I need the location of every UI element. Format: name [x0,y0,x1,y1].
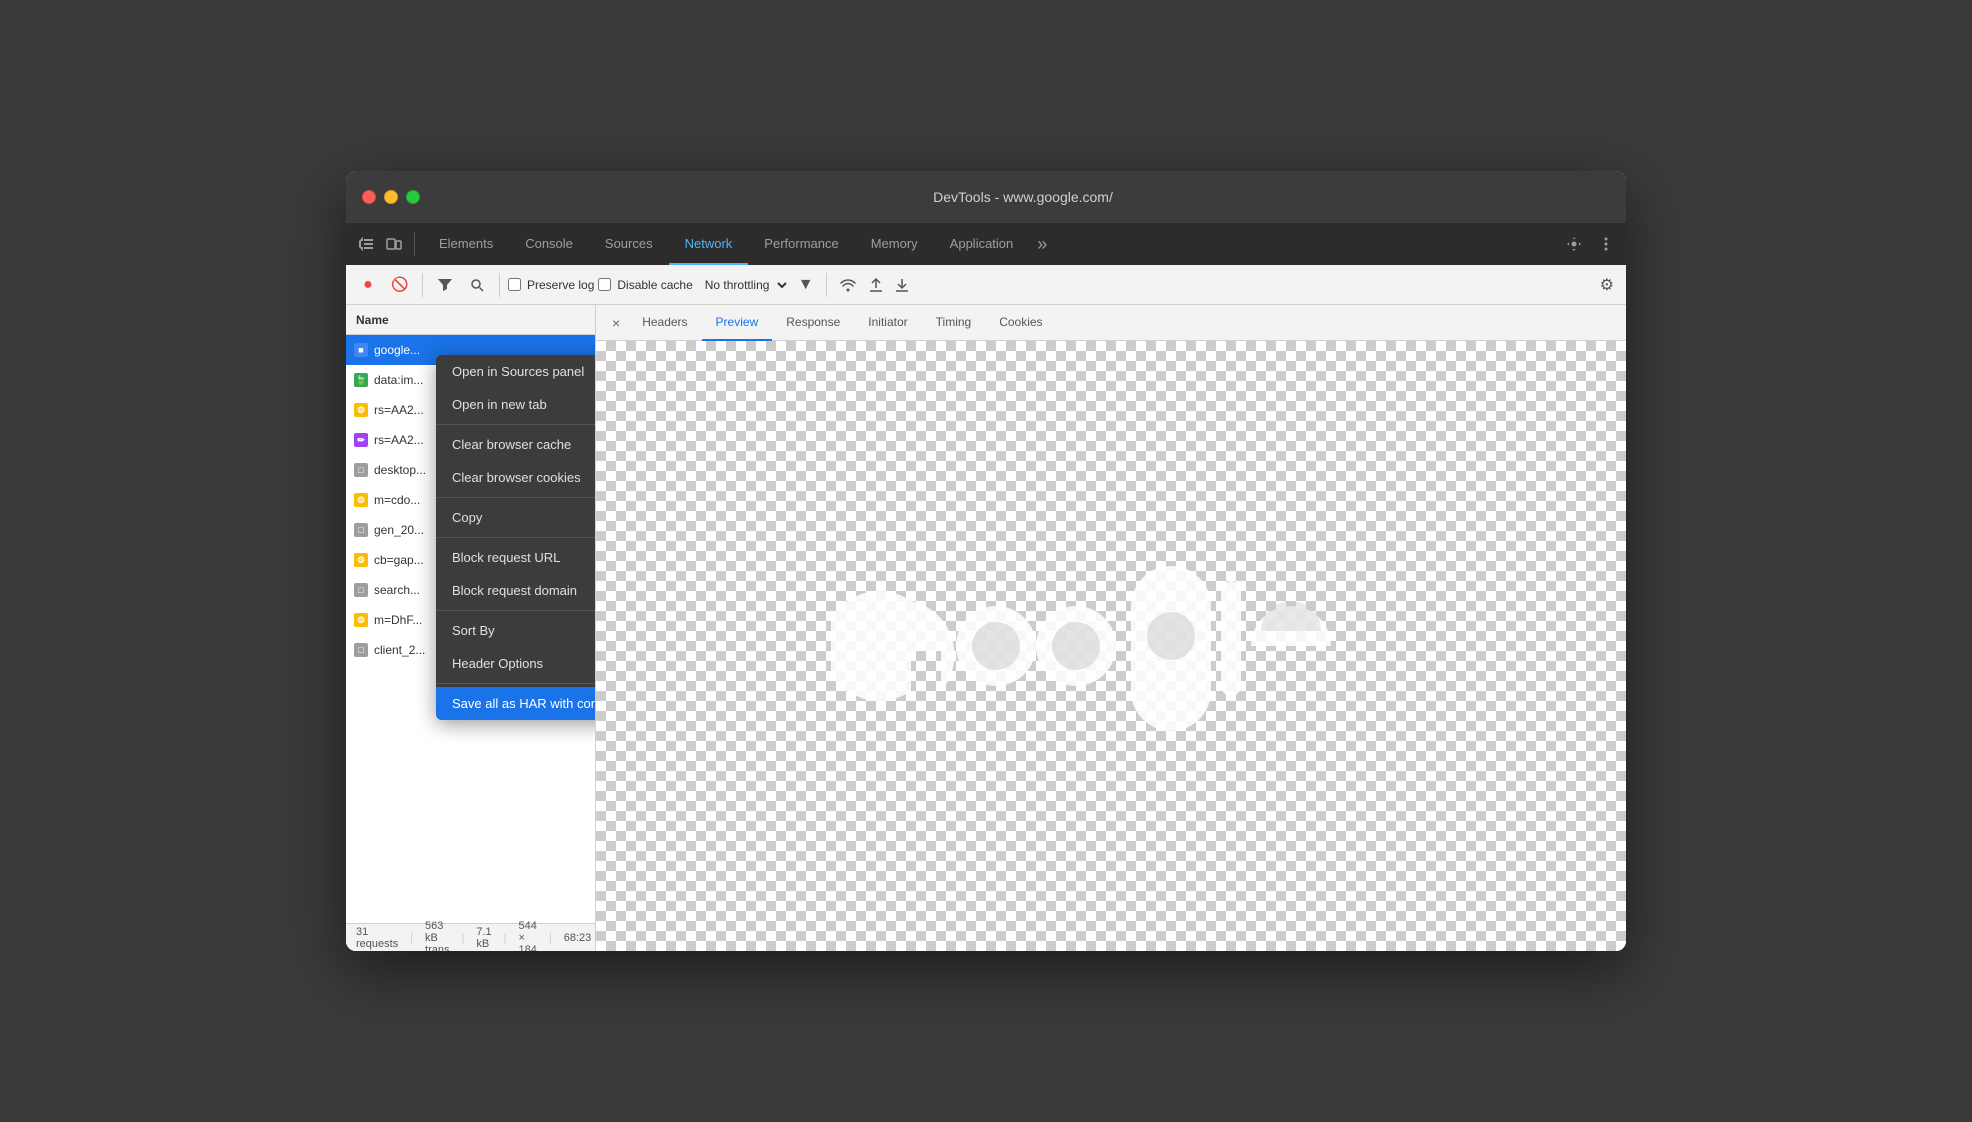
transparency-checker [596,341,1626,951]
close-button[interactable] [362,190,376,204]
upload-icon[interactable] [865,273,887,297]
device-icon[interactable] [382,232,406,256]
inspect-icon[interactable] [354,232,378,256]
more-options-icon[interactable] [1594,232,1618,256]
download-icon[interactable] [891,273,913,297]
left-panel: Name ■ google... 🍃 data:im... ⚙ rs=AA2..… [346,305,596,951]
traffic-lights [362,190,420,204]
throttle-select[interactable]: No throttling [697,275,790,295]
disable-cache-checkbox[interactable] [598,278,611,291]
status-transferred: 563 kB trans [425,920,449,952]
nav-tabs: Elements Console Sources Network Perform… [423,223,1562,265]
nav-icon-group [354,232,415,256]
toolbar-divider-2 [499,273,500,297]
status-bar: 31 requests | 563 kB trans | 7.1 kB | 54… [346,923,595,951]
preview-area [596,341,1626,951]
main-content: Name ■ google... 🍃 data:im... ⚙ rs=AA2..… [346,305,1626,951]
search-icon[interactable] [463,271,491,299]
status-requests: 31 requests [356,926,398,950]
menu-clear-cookies[interactable]: Clear browser cookies [436,461,595,494]
requests-list: ■ google... 🍃 data:im... ⚙ rs=AA2... ✏ r… [346,335,595,923]
window-title: DevTools - www.google.com/ [436,189,1610,205]
menu-save-har[interactable]: Save all as HAR with content [436,687,595,720]
stop-button[interactable]: 🚫 [386,271,414,299]
record-button[interactable]: ● [354,271,382,299]
tab-close-button[interactable]: × [604,311,628,335]
toolbar-divider-3 [826,273,827,297]
menu-copy[interactable]: Copy › [436,501,595,534]
context-menu: Open in Sources panel Open in new tab Cl… [436,355,595,720]
menu-open-sources[interactable]: Open in Sources panel [436,355,595,388]
menu-separator [436,424,595,425]
status-dimensions: 544 × 184 [519,920,537,952]
status-size: 7.1 kB [476,926,491,950]
tab-performance[interactable]: Performance [748,223,854,265]
tab-response[interactable]: Response [772,305,854,341]
tab-cookies[interactable]: Cookies [985,305,1056,341]
detail-tabs: × Headers Preview Response Initiator Tim… [596,305,1626,341]
status-time: 68:23 [564,932,592,944]
tab-application[interactable]: Application [934,223,1030,265]
menu-open-new-tab[interactable]: Open in new tab [436,388,595,421]
menu-block-url[interactable]: Block request URL [436,541,595,574]
tab-preview[interactable]: Preview [702,305,773,341]
menu-separator [436,537,595,538]
disable-cache-label[interactable]: Disable cache [598,278,692,292]
menu-block-domain[interactable]: Block request domain [436,574,595,607]
preserve-log-label[interactable]: Preserve log [508,278,594,292]
tab-network[interactable]: Network [669,223,749,265]
filter-icon[interactable] [431,271,459,299]
tab-memory[interactable]: Memory [855,223,934,265]
devtools: Elements Console Sources Network Perform… [346,223,1626,951]
preserve-log-checkbox[interactable] [508,278,521,291]
google-logo-preview [821,546,1401,746]
settings-icon[interactable] [1562,232,1586,256]
network-settings-icon[interactable]: ⚙ [1596,271,1618,299]
tab-timing[interactable]: Timing [922,305,986,341]
google-logo-svg [831,551,1391,741]
tab-initiator[interactable]: Initiator [854,305,921,341]
toolbar-divider-1 [422,273,423,297]
menu-separator [436,610,595,611]
throttle-dropdown-icon[interactable]: ▼ [794,272,818,298]
menu-separator [436,497,595,498]
tab-headers[interactable]: Headers [628,305,701,341]
context-menu-overlay[interactable]: Open in Sources panel Open in new tab Cl… [346,335,595,923]
tab-console[interactable]: Console [509,223,589,265]
menu-header-options[interactable]: Header Options › [436,647,595,680]
wifi-icon[interactable] [835,274,861,296]
top-nav: Elements Console Sources Network Perform… [346,223,1626,265]
title-bar: DevTools - www.google.com/ [346,171,1626,223]
tab-elements[interactable]: Elements [423,223,509,265]
nav-right-icons [1562,232,1618,256]
devtools-window: DevTools - www.google.com/ [346,171,1626,951]
menu-sort-by[interactable]: Sort By › [436,614,595,647]
maximize-button[interactable] [406,190,420,204]
menu-clear-cache[interactable]: Clear browser cache [436,428,595,461]
minimize-button[interactable] [384,190,398,204]
menu-separator [436,683,595,684]
more-tabs-button[interactable]: » [1029,234,1055,255]
right-panel: × Headers Preview Response Initiator Tim… [596,305,1626,951]
tab-sources[interactable]: Sources [589,223,669,265]
requests-header: Name [346,305,595,335]
toolbar: ● 🚫 Preserve log Disable ca [346,265,1626,305]
